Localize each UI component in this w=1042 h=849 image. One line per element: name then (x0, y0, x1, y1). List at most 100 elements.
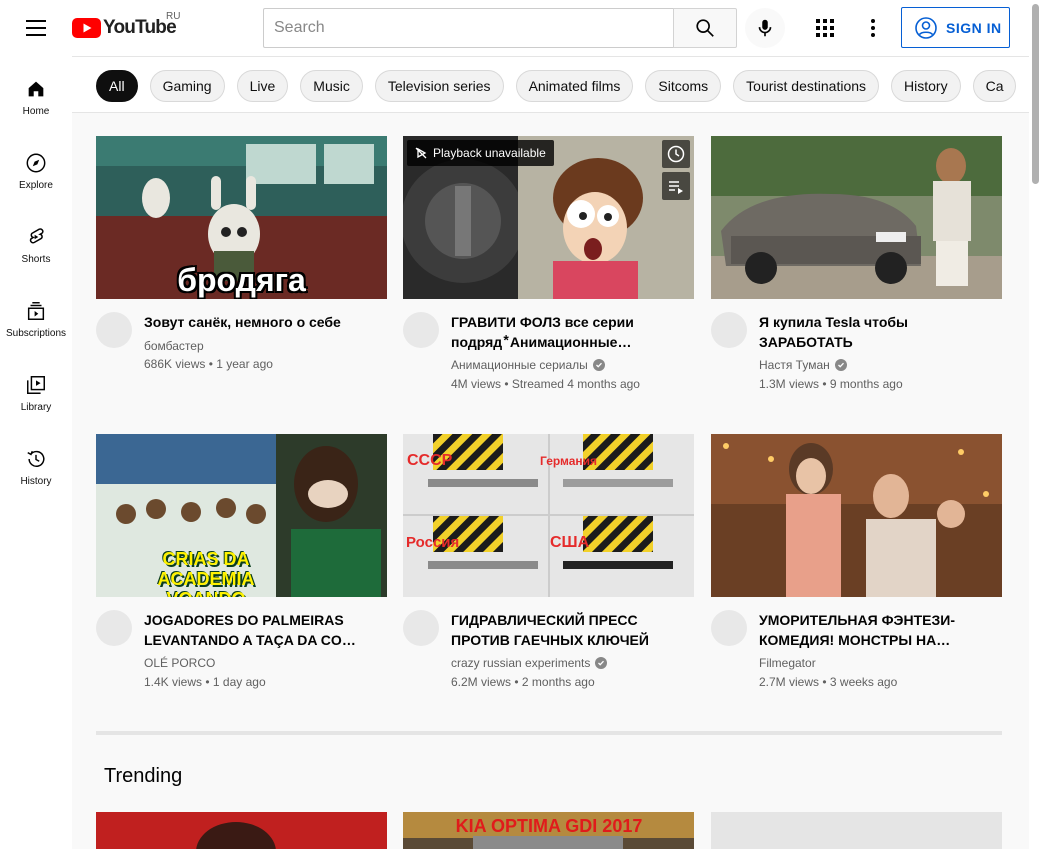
section-divider (96, 731, 1002, 735)
channel-avatar[interactable] (403, 312, 439, 348)
search-button[interactable] (673, 8, 737, 48)
video-card[interactable]: СССР Германия Россия США ГИДРАВЛИЧЕСКИЙ … (403, 434, 694, 714)
chip-television-series[interactable]: Television series (374, 70, 504, 102)
video-title[interactable]: Я купила Tesla чтобы ЗАРАБОТАТЬ (759, 312, 979, 352)
youtube-logo[interactable]: YouTube (72, 17, 177, 39)
menu-icon-line (26, 20, 46, 22)
chip-all[interactable]: All (96, 70, 138, 102)
video-metadata: 686K views • 1 year ago (144, 357, 273, 371)
sidebar-item-subscriptions[interactable]: Subscriptions (0, 278, 72, 352)
channel-name-text: Настя Туман (759, 358, 830, 372)
more-vert-icon (871, 19, 875, 37)
thumbnail-caption: CRIAS DA ACADEMIA VOANDO (157, 549, 255, 597)
thumbnail-label-ussr: СССР (407, 452, 453, 469)
video-title[interactable]: ГРАВИТИ ФОЛЗ все серии подряд ⃰ Анимацио… (451, 312, 671, 352)
playback-off-icon (415, 147, 427, 159)
sidebar-item-label: Library (20, 402, 52, 413)
video-thumbnail[interactable]: СССР Германия Россия США (403, 434, 694, 597)
apps-button[interactable] (805, 8, 845, 48)
add-to-queue-button[interactable] (662, 172, 690, 200)
channel-name[interactable]: Filmegator (759, 656, 816, 670)
video-metadata: 1.3M views • 9 months ago (759, 377, 903, 391)
video-card[interactable]: Я купила Tesla чтобы ЗАРАБОТАТЬ Настя Ту… (711, 136, 1002, 416)
trending-thumbnail[interactable] (96, 812, 387, 849)
home-icon (28, 81, 44, 97)
shorts-icon (29, 228, 44, 244)
chip-gaming[interactable]: Gaming (149, 70, 225, 102)
video-title[interactable]: JOGADORES DO PALMEIRAS LEVANTANDO A TAÇA… (144, 610, 364, 650)
upload-age: Streamed 4 months ago (511, 377, 640, 391)
upload-age: 1 day ago (212, 675, 266, 689)
search-input[interactable] (263, 8, 674, 48)
page-scrollbar[interactable] (1029, 0, 1042, 849)
sidebar-item-shorts[interactable]: Shorts (0, 204, 72, 278)
playback-unavailable-badge: Playback unavailable (407, 140, 554, 166)
video-title[interactable]: ГИДРАВЛИЧЕСКИЙ ПРЕСС ПРОТИВ ГАЕЧНЫХ КЛЮЧ… (451, 610, 671, 650)
filter-chip-bar: All Gaming Live Music Television series … (72, 56, 1029, 113)
video-metadata: 1.4K views • 1 day ago (144, 675, 266, 689)
chip-history[interactable]: History (891, 70, 961, 102)
video-thumbnail[interactable] (711, 136, 1002, 299)
channel-name[interactable]: бомбастер (144, 339, 204, 353)
channel-avatar[interactable] (403, 610, 439, 646)
channel-name[interactable]: crazy russian experiments (451, 656, 608, 670)
voice-search-button[interactable] (745, 8, 785, 48)
settings-more-button[interactable] (853, 8, 893, 48)
video-metadata: 2.7M views • 3 weeks ago (759, 675, 898, 689)
view-count: 1.3M views (759, 377, 820, 391)
channel-avatar[interactable] (96, 610, 132, 646)
chip-sitcoms[interactable]: Sitcoms (645, 70, 722, 102)
video-card[interactable]: бродяга Зовут санёк, немного о себе бомб… (96, 136, 387, 416)
compass-icon (26, 153, 46, 173)
view-count: 1.4K views (144, 675, 203, 689)
video-thumbnail[interactable] (711, 434, 1002, 597)
thumbnail-caption: бродяга (177, 262, 306, 298)
chip-music[interactable]: Music (300, 70, 363, 102)
sidebar-item-label: Home (22, 106, 50, 117)
library-icon (27, 376, 45, 394)
channel-avatar[interactable] (711, 312, 747, 348)
video-card[interactable]: Playback unavailable ГРАВИТИ ФОЛЗ все се… (403, 136, 694, 416)
chip-partial[interactable]: Ca (972, 70, 1017, 102)
video-title[interactable]: Зовут санёк, немного о себе (144, 312, 364, 332)
watch-later-button[interactable] (662, 140, 690, 168)
sign-in-button[interactable]: SIGN IN (901, 7, 1010, 48)
trending-thumbnail-placeholder[interactable] (711, 812, 1002, 849)
playback-badge-text: Playback unavailable (433, 146, 546, 160)
chip-tourist-destinations[interactable]: Tourist destinations (733, 70, 880, 102)
channel-name-text: бомбастер (144, 339, 204, 353)
video-card[interactable]: УМОРИТЕЛЬНАЯ ФЭНТЕЗИ-КОМЕДИЯ! МОНСТРЫ НА… (711, 434, 1002, 714)
queue-icon (669, 181, 683, 194)
microphone-icon (758, 19, 772, 37)
video-feed: бродяга Зовут санёк, немного о себе бомб… (72, 113, 1029, 849)
verified-check-icon (592, 359, 605, 371)
chip-list: All Gaming Live Music Television series … (96, 70, 1017, 102)
video-thumbnail[interactable]: CRIAS DA ACADEMIA VOANDO (96, 434, 387, 597)
channel-name[interactable]: OLÉ PORCO (144, 656, 215, 670)
video-card[interactable]: CRIAS DA ACADEMIA VOANDO JOGADORES DO PA… (96, 434, 387, 714)
clock-icon (667, 145, 685, 163)
channel-avatar[interactable] (711, 610, 747, 646)
video-thumbnail[interactable]: Playback unavailable (403, 136, 694, 299)
scrollbar-thumb[interactable] (1032, 4, 1039, 184)
sidebar-item-label: Shorts (21, 254, 51, 265)
channel-name-text: Filmegator (759, 656, 816, 670)
sidebar-item-library[interactable]: Library (0, 352, 72, 426)
chip-animated-films[interactable]: Animated films (515, 70, 634, 102)
video-title[interactable]: УМОРИТЕЛЬНАЯ ФЭНТЕЗИ-КОМЕДИЯ! МОНСТРЫ НА… (759, 610, 979, 650)
country-code: RU (166, 11, 181, 22)
thumbnail-caption: KIA OPTIMA GDI 2017 (455, 816, 643, 836)
mini-guide-sidebar: Home Explore Shorts Subscriptions Librar… (0, 56, 72, 849)
video-metadata: 4M views • Streamed 4 months ago (451, 377, 640, 391)
channel-name[interactable]: Анимационные сериалы (451, 358, 605, 372)
channel-avatar[interactable] (96, 312, 132, 348)
sidebar-item-history[interactable]: History (0, 426, 72, 500)
chip-live[interactable]: Live (236, 70, 289, 102)
sidebar-item-home[interactable]: Home (0, 56, 72, 130)
channel-name[interactable]: Настя Туман (759, 358, 847, 372)
video-thumbnail[interactable]: бродяга (96, 136, 387, 299)
channel-name-text: OLÉ PORCO (144, 656, 216, 670)
sidebar-item-explore[interactable]: Explore (0, 130, 72, 204)
menu-button[interactable] (20, 16, 52, 40)
trending-thumbnail[interactable]: KIA OPTIMA GDI 2017 (403, 812, 694, 849)
